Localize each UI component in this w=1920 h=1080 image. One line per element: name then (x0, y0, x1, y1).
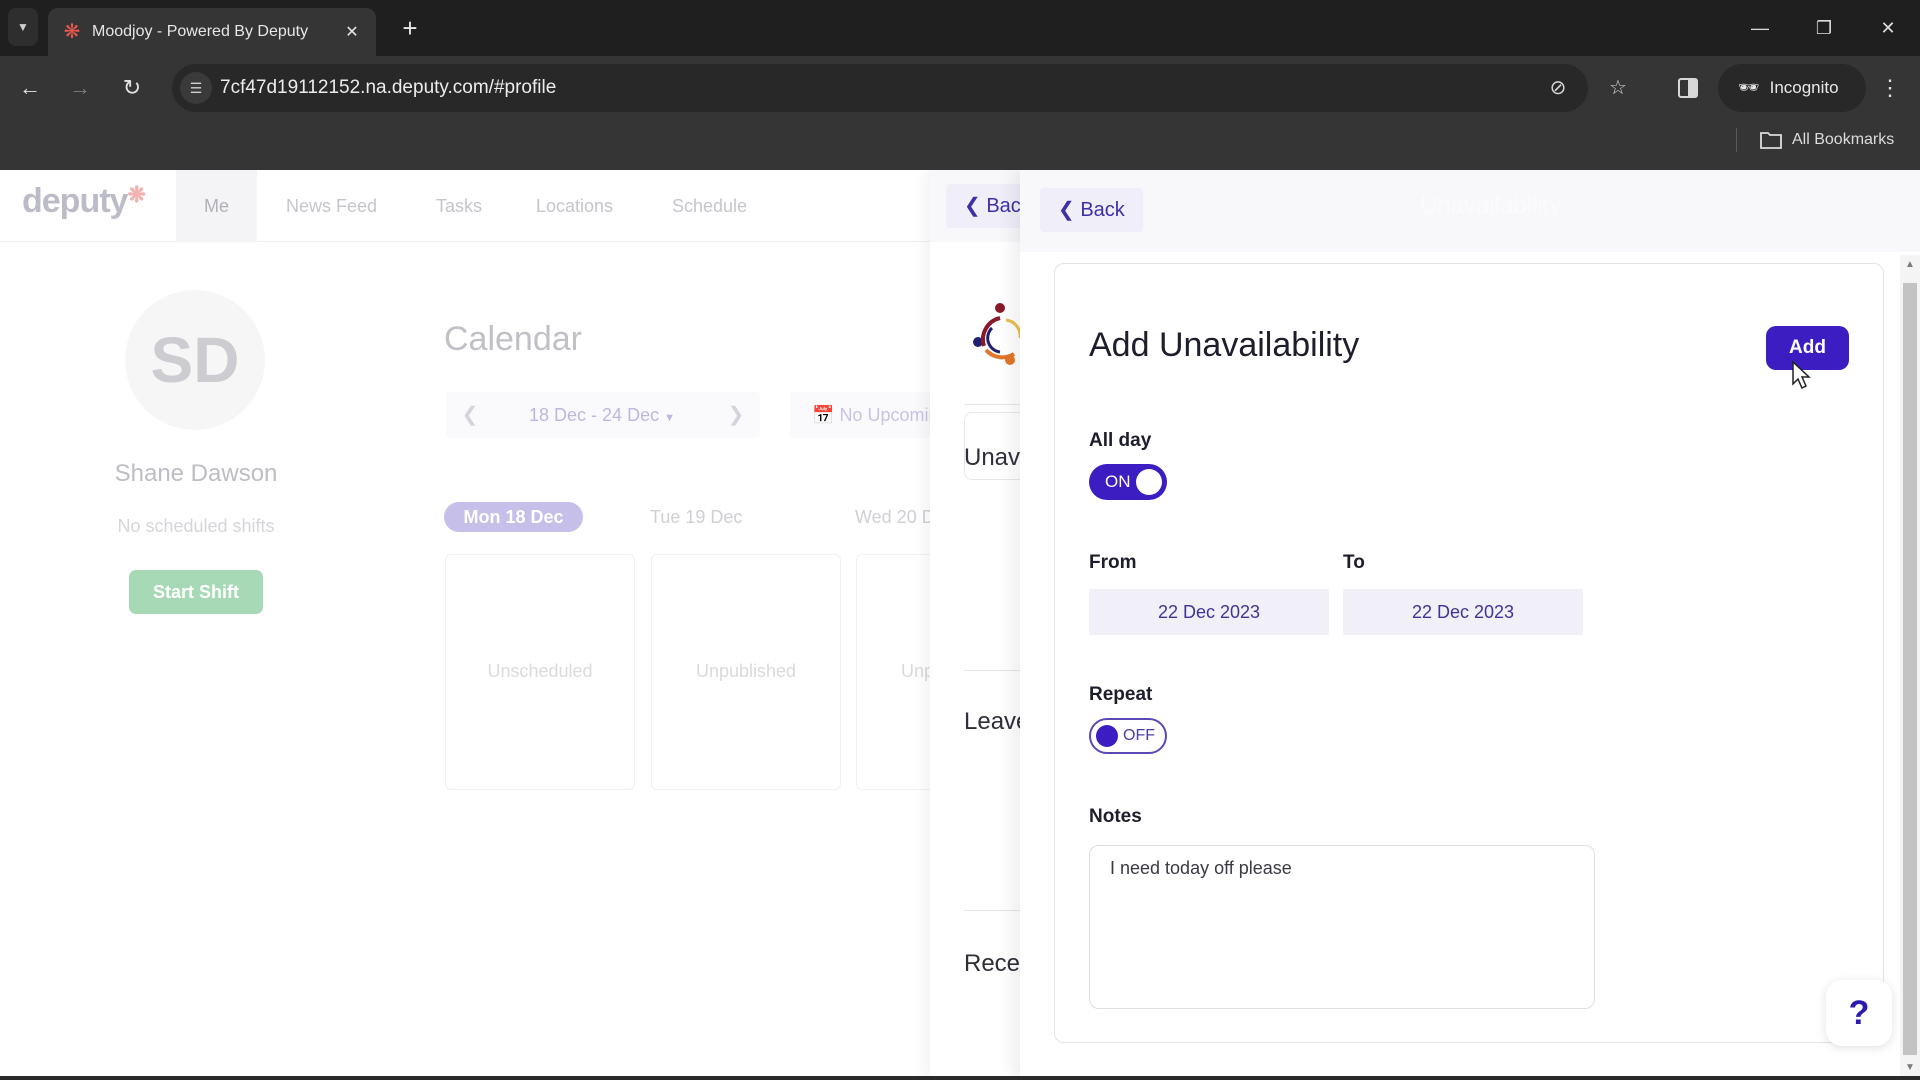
to-date-field[interactable]: 22 Dec 2023 (1343, 589, 1583, 635)
nav-me[interactable]: Me (176, 170, 258, 242)
from-date-field[interactable]: 22 Dec 2023 (1089, 589, 1329, 635)
deputy-page: deputy❋ Me News Feed Tasks Locations Sch… (0, 170, 1920, 1078)
back-label: Back (1080, 199, 1125, 221)
nav-news-feed[interactable]: News Feed (258, 170, 405, 242)
forward-nav-button[interactable]: → (62, 70, 98, 106)
panel-header-title: Unavailability (1420, 192, 1562, 219)
taskbar-edge (0, 1076, 1920, 1080)
calendar-icon: 📅 (812, 405, 835, 425)
back-nav-button[interactable]: ← (12, 70, 48, 106)
avatar: SD (125, 290, 265, 430)
user-name: Shane Dawson (114, 460, 278, 487)
close-window-button[interactable]: ✕ (1868, 12, 1908, 44)
reload-button[interactable]: ↻ (114, 70, 150, 106)
notes-label: Notes (1089, 806, 1142, 827)
close-tab-icon[interactable]: ✕ (342, 22, 362, 42)
tab-search-button[interactable]: ▼ (8, 8, 38, 46)
day-tab-mon[interactable]: Mon 18 Dec (444, 502, 583, 532)
day-card-status: Unscheduled (487, 661, 593, 681)
shift-status: No scheduled shifts (117, 516, 275, 536)
deputy-logo[interactable]: deputy❋ (22, 182, 146, 221)
start-shift-button[interactable]: Start Shift (129, 570, 263, 614)
repeat-label: Repeat (1089, 684, 1153, 705)
day-card[interactable]: Unscheduled (445, 554, 635, 790)
help-button[interactable]: ? (1826, 980, 1892, 1046)
calendar-title: Calendar (444, 320, 582, 358)
previous-week-chevron-icon[interactable]: ❮ (446, 392, 494, 438)
next-week-chevron-icon[interactable]: ❯ (712, 392, 760, 438)
notes-textarea[interactable]: I need today off please (1089, 845, 1595, 1009)
minimize-button[interactable]: — (1740, 12, 1780, 44)
add-unavailability-panel: ❮ Back Unavailability Add Unavailability… (1020, 170, 1920, 1078)
repeat-toggle-state: OFF (1123, 727, 1155, 744)
tab-title: Moodjoy - Powered By Deputy (92, 23, 309, 40)
browser-tabstrip: ▼ ❋ Moodjoy - Powered By Deputy ✕ + — ❐ … (0, 0, 1920, 56)
browser-menu-icon[interactable]: ⋮ (1878, 70, 1902, 106)
toggle-knob (1096, 725, 1118, 747)
scroll-up-arrow-icon[interactable]: ▲ (1900, 255, 1920, 275)
all-bookmarks-label: All Bookmarks (1792, 131, 1895, 148)
side-panel-icon[interactable] (1674, 74, 1702, 102)
scrollbar-thumb[interactable] (1903, 283, 1917, 1055)
all-bookmarks-button[interactable]: All Bookmarks (1760, 128, 1894, 152)
day-card[interactable]: Unpublished (651, 554, 841, 790)
to-label: To (1343, 552, 1365, 573)
week-selector: ❮ 18 Dec - 24 Dec ▼ ❯ (446, 392, 760, 438)
new-tab-button[interactable]: + (396, 14, 424, 42)
folder-icon (1760, 132, 1782, 149)
day-tab-tue[interactable]: Tue 19 Dec (650, 502, 742, 532)
site-info-icon[interactable]: ☰ (180, 72, 212, 104)
browser-tab-active[interactable]: ❋ Moodjoy - Powered By Deputy ✕ (48, 8, 376, 56)
day-card-status: Unpublished (695, 661, 797, 681)
incognito-label: Incognito (1769, 78, 1839, 97)
all-day-toggle[interactable]: ON (1089, 464, 1167, 500)
logo-spark-icon: ❋ (127, 182, 145, 207)
from-label: From (1089, 552, 1137, 573)
caret-down-icon: ▼ (664, 412, 675, 424)
restore-button[interactable]: ❐ (1804, 12, 1844, 44)
nav-tasks[interactable]: Tasks (408, 170, 510, 242)
bookmark-star-icon[interactable]: ☆ (1604, 74, 1632, 102)
mouse-cursor-icon (1792, 360, 1811, 390)
chevron-left-icon: ❮ (1058, 199, 1075, 221)
logo-text: deputy (22, 182, 128, 220)
scroll-down-arrow-icon[interactable]: ▼ (1900, 1058, 1920, 1078)
nav-schedule[interactable]: Schedule (644, 170, 775, 242)
week-range-dropdown[interactable]: 18 Dec - 24 Dec ▼ (502, 392, 702, 438)
panel-scrollbar[interactable]: ▲ ▼ (1900, 255, 1920, 1078)
top-navigation: deputy❋ Me News Feed Tasks Locations Sch… (0, 170, 960, 242)
bookmarks-divider (1736, 128, 1737, 152)
toggle-knob (1136, 469, 1162, 495)
week-range-label: 18 Dec - 24 Dec (529, 405, 660, 425)
incognito-indicator[interactable]: 🕶 Incognito (1718, 64, 1866, 112)
address-bar[interactable]: ☰ 7cf47d19112152.na.deputy.com/#profile … (172, 64, 1588, 112)
tracking-protection-eye-off-icon[interactable]: ⊘ (1544, 74, 1572, 102)
chevron-down-icon: ▼ (17, 20, 29, 34)
url-text[interactable]: 7cf47d19112152.na.deputy.com/#profile (220, 64, 556, 112)
browser-toolbar: ← → ↻ ☰ 7cf47d19112152.na.deputy.com/#pr… (0, 56, 1920, 170)
back-button[interactable]: ❮ Back (1040, 188, 1143, 232)
incognito-icon: 🕶 (1738, 78, 1760, 97)
all-day-label: All day (1089, 430, 1152, 451)
nav-locations[interactable]: Locations (508, 170, 641, 242)
all-day-toggle-state: ON (1105, 472, 1131, 491)
chevron-left-icon: ❮ (964, 195, 981, 217)
panel-header: ❮ Back Unavailability (1020, 170, 1920, 252)
repeat-toggle[interactable]: OFF (1089, 718, 1167, 754)
unavailability-form-card: Add Unavailability Add All day ON From T… (1054, 263, 1884, 1043)
deputy-favicon-icon: ❋ (63, 21, 81, 43)
form-title: Add Unavailability (1089, 326, 1360, 364)
